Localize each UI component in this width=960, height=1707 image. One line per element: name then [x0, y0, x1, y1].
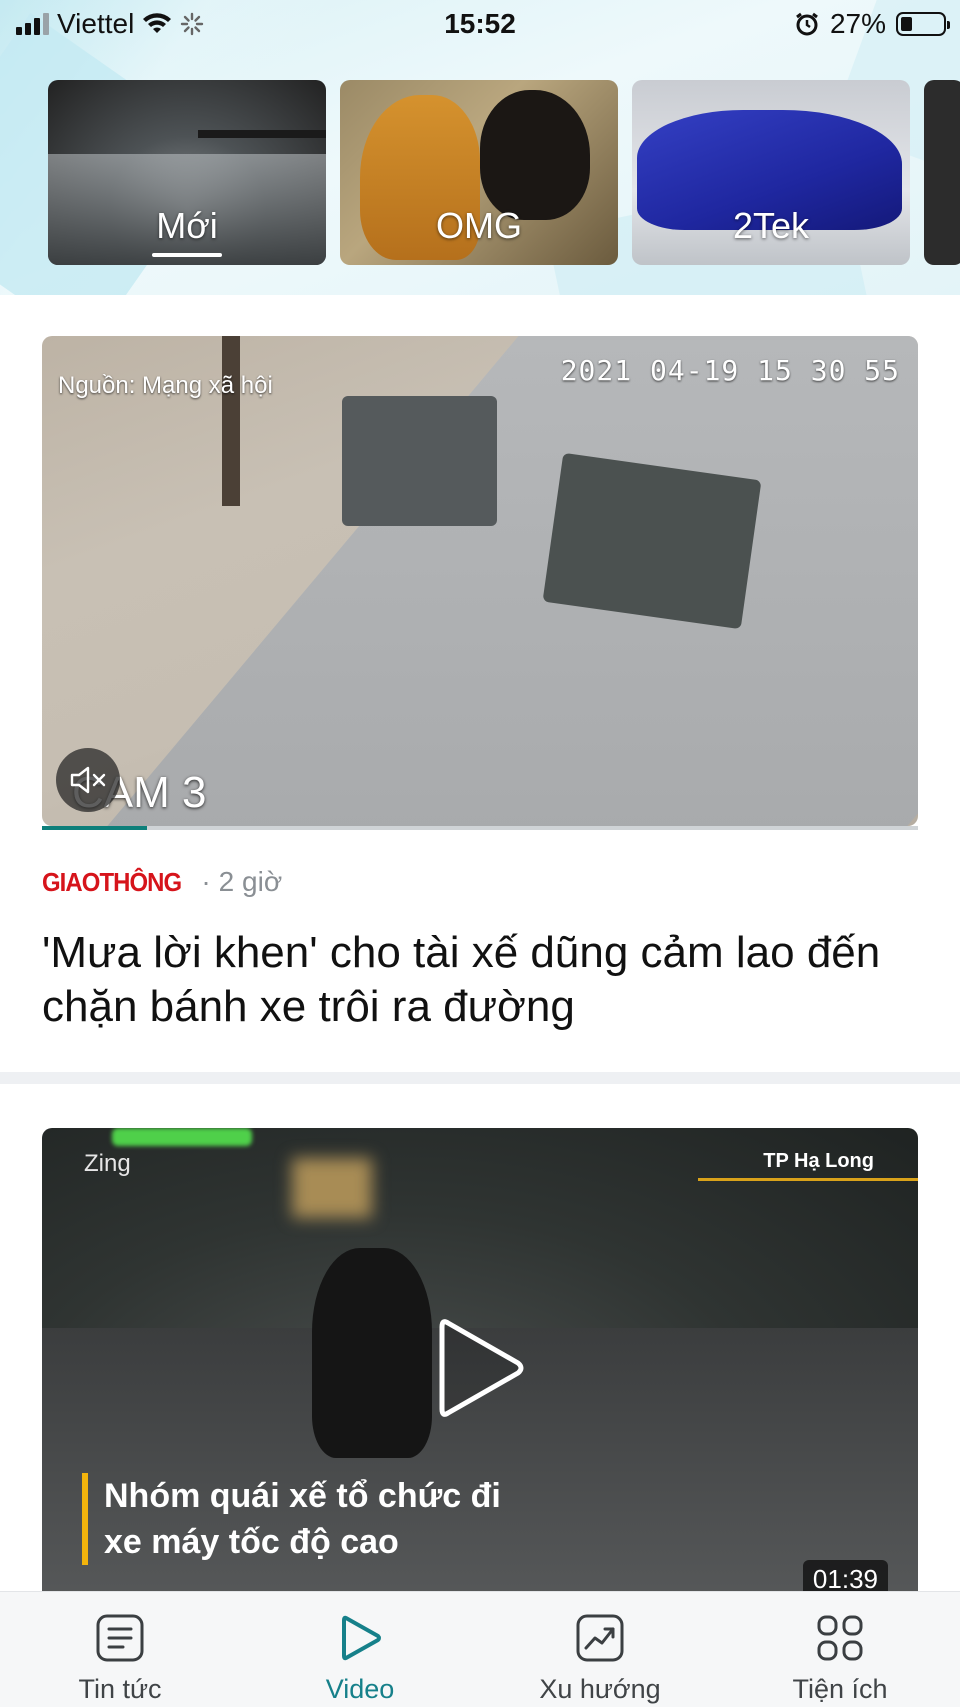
category-label: Mới [156, 205, 218, 246]
video-progress-bar[interactable] [42, 826, 918, 830]
news-icon [96, 1614, 144, 1662]
publisher-logo[interactable]: GIAOTHÔNG [42, 867, 182, 898]
tab-xu-huong[interactable]: Xu hướng [510, 1610, 690, 1705]
mute-button[interactable] [56, 748, 120, 812]
category-card-omg[interactable]: OMG [340, 80, 618, 265]
meta-separator: · [201, 866, 211, 897]
bottom-tab-bar: Tin tức Video Xu hướng Tiện ích [0, 1591, 960, 1707]
battery-percent: 27% [829, 8, 886, 39]
category-card-next[interactable] [924, 80, 960, 265]
status-bar: Viettel 15:52 27% [0, 0, 960, 48]
video-location: TP Hạ Long [763, 1150, 874, 1172]
grid-icon [817, 1615, 863, 1661]
trending-icon [576, 1614, 624, 1662]
battery-icon [896, 12, 950, 36]
story-age: 2 giờ [218, 866, 283, 897]
play-icon [342, 1615, 381, 1661]
tab-label: Tin tức [78, 1674, 162, 1704]
story-headline[interactable]: 'Mưa lời khen' cho tài xế dũng cảm lao đ… [42, 926, 922, 1034]
video-timestamp: 2021 04-19 15 30 55 [560, 354, 900, 387]
play-button[interactable] [430, 1313, 530, 1423]
category-card-moi[interactable]: Mới [48, 80, 326, 265]
category-label: 2Tek [732, 205, 810, 246]
tab-label: Video [325, 1674, 395, 1704]
category-label: OMG [436, 205, 522, 246]
video-source-overlay: Nguồn: Mạng xã hội [58, 372, 273, 399]
tab-video[interactable]: Video [270, 1610, 450, 1705]
tab-label: Tiện ích [792, 1674, 888, 1704]
tab-tien-ich[interactable]: Tiện ích [750, 1610, 930, 1705]
alarm-icon [796, 12, 818, 36]
video-caption: Nhóm quái xế tổ chức đi xe máy tốc độ ca… [82, 1473, 502, 1565]
tab-tin-tuc[interactable]: Tin tức [30, 1610, 210, 1705]
category-card-2tek[interactable]: 2Tek [632, 80, 910, 265]
tab-label: Xu hướng [539, 1674, 661, 1704]
story-meta: GIAOTHÔNG · 2 giờ [42, 866, 282, 898]
video-thumbnail[interactable]: Zing TP Hạ Long Nhóm quái xế tổ chức đi … [42, 1128, 918, 1608]
video-source-overlay: Zing [84, 1150, 131, 1177]
category-strip: Mới OMG 2Tek [48, 80, 960, 265]
feed-divider [0, 1072, 960, 1084]
speaker-muted-icon [70, 766, 106, 794]
selected-indicator [152, 253, 222, 257]
location-underline [698, 1178, 918, 1181]
video-player[interactable]: Nguồn: Mạng xã hội 2021 04-19 15 30 55 C… [42, 336, 918, 826]
